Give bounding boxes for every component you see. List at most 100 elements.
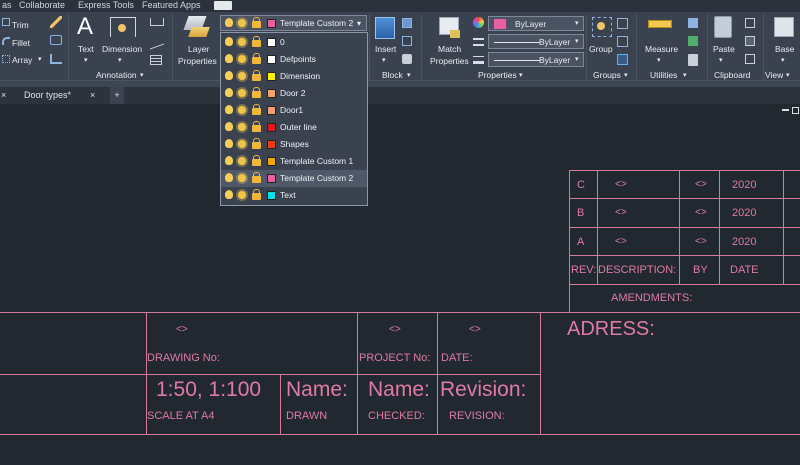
erase-icon[interactable] — [50, 35, 62, 45]
layer-thaw-sun-icon[interactable] — [238, 72, 246, 80]
edit-block-icon[interactable] — [402, 36, 412, 46]
layer-unlock-icon[interactable] — [252, 155, 261, 166]
measure-icon[interactable] — [648, 20, 672, 28]
layer-on-bulb-icon[interactable] — [225, 156, 233, 165]
group-button[interactable]: Group — [589, 44, 613, 54]
fillet-button[interactable]: Fillet — [12, 38, 30, 48]
layer-color-swatch[interactable] — [267, 191, 276, 200]
annotation-panel-title[interactable]: Annotation — [96, 69, 137, 82]
text-button[interactable]: Text — [78, 44, 94, 54]
insert-button[interactable]: Insert — [375, 44, 396, 54]
properties-panel-title[interactable]: Properties — [478, 69, 517, 82]
layer-properties-label-1[interactable]: Layer — [188, 44, 209, 54]
measure-dropdown-chevron-icon[interactable]: ▾ — [657, 56, 661, 66]
layer-color-swatch[interactable] — [267, 55, 276, 64]
block-panel-chevron-icon[interactable]: ▾ — [407, 69, 411, 82]
layer-thaw-sun-icon[interactable] — [238, 140, 246, 148]
layer-color-swatch[interactable] — [267, 72, 276, 81]
trim-button[interactable]: Trim — [12, 20, 29, 30]
match-properties-label-1[interactable]: Match — [438, 44, 461, 54]
block-attributes-icon[interactable] — [402, 54, 412, 64]
copy-clip-icon[interactable] — [745, 54, 755, 64]
layer-thaw-sun-icon[interactable] — [238, 106, 246, 114]
pencil-icon[interactable] — [50, 16, 62, 28]
new-tab-button[interactable]: + — [110, 87, 124, 104]
layer-unlock-icon[interactable] — [252, 189, 261, 200]
layer-thaw-sun-icon[interactable] — [238, 157, 246, 165]
calculator-icon[interactable] — [688, 54, 698, 66]
layer-color-swatch[interactable] — [267, 174, 276, 183]
layer-unlock-icon[interactable] — [252, 70, 261, 81]
select-all-icon[interactable] — [688, 18, 698, 28]
layer-thaw-sun-icon[interactable] — [238, 174, 246, 182]
groups-panel-title[interactable]: Groups — [593, 69, 621, 82]
view-panel-chevron-icon[interactable]: ▾ — [786, 69, 790, 82]
base-button[interactable]: Base — [775, 44, 794, 54]
layer-option[interactable]: Template Custom 1 — [221, 153, 367, 170]
layer-dropdown[interactable]: Template Custom 2 ▾ — [220, 15, 367, 31]
viewport-restore-icon[interactable] — [792, 107, 799, 114]
layer-option[interactable]: Text — [221, 187, 367, 204]
layer-properties-label-2[interactable]: Properties — [178, 56, 217, 66]
leader-icon[interactable] — [150, 34, 164, 50]
lineweight-dropdown[interactable]: ByLayer ▾ — [488, 52, 584, 67]
menu-item-express-tools[interactable]: Express Tools — [78, 0, 134, 11]
paste-button[interactable]: Paste — [713, 44, 735, 54]
tab-door-types[interactable]: Door types* — [24, 87, 71, 104]
layer-on-bulb-icon[interactable] — [225, 190, 233, 199]
layer-unlock-icon[interactable] — [252, 53, 261, 64]
annotation-panel-chevron-icon[interactable]: ▾ — [140, 69, 144, 82]
layer-option[interactable]: Defpoints — [221, 51, 367, 68]
measure-button[interactable]: Measure — [645, 44, 678, 54]
quick-calc-icon[interactable] — [688, 36, 698, 46]
menu-item-collaborate[interactable]: Collaborate — [19, 0, 65, 11]
layer-color-swatch[interactable] — [267, 106, 276, 115]
group-edit-icon[interactable] — [617, 36, 628, 47]
layer-color-swatch[interactable] — [267, 140, 276, 149]
layer-on-bulb-icon[interactable] — [225, 139, 233, 148]
layer-color-swatch[interactable] — [267, 157, 276, 166]
text-dropdown-chevron-icon[interactable]: ▾ — [84, 56, 88, 66]
clipboard-panel-title[interactable]: Clipboard — [714, 69, 750, 82]
menu-item-featured-apps[interactable]: Featured Apps — [142, 0, 201, 11]
create-block-icon[interactable] — [402, 18, 412, 28]
layer-unlock-icon[interactable] — [252, 121, 261, 132]
array-button[interactable]: Array — [12, 55, 32, 65]
layer-on-bulb-icon[interactable] — [225, 54, 233, 63]
layer-on-bulb-icon[interactable] — [225, 105, 233, 114]
tab-close-icon[interactable]: × — [90, 87, 95, 104]
layer-option[interactable]: Door 2 — [221, 85, 367, 102]
paste-icon[interactable] — [714, 16, 732, 38]
match-properties-label-2[interactable]: Properties — [430, 56, 469, 66]
drawing-canvas[interactable]: C <> <> 2020 B <> <> 2020 A <> <> 2020 R… — [0, 104, 800, 465]
utilities-panel-title[interactable]: Utilities — [650, 69, 677, 82]
text-a-icon[interactable]: A — [77, 14, 93, 40]
viewport-minimize-icon[interactable] — [782, 109, 789, 111]
view-panel-title[interactable]: View — [765, 69, 783, 82]
layer-option[interactable]: Template Custom 2 — [221, 170, 367, 187]
layer-unlock-icon[interactable] — [252, 104, 261, 115]
layer-option[interactable]: 0 — [221, 34, 367, 51]
layer-option[interactable]: Outer line — [221, 119, 367, 136]
prev-tab-close-icon[interactable]: × — [1, 87, 6, 104]
dimension-dropdown-chevron-icon[interactable]: ▾ — [118, 56, 122, 66]
offset-icon[interactable] — [50, 54, 62, 64]
color-dropdown[interactable]: ByLayer ▾ — [488, 16, 584, 31]
layer-color-swatch[interactable] — [267, 123, 276, 132]
ribbon-toggle-icon[interactable] — [214, 1, 232, 10]
insert-block-icon[interactable] — [375, 17, 395, 39]
layer-on-bulb-icon[interactable] — [225, 37, 233, 46]
layer-option[interactable]: Shapes — [221, 136, 367, 153]
layer-thaw-sun-icon[interactable] — [238, 89, 246, 97]
array-dropdown-chevron-icon[interactable]: ▾ — [38, 55, 42, 65]
base-view-icon[interactable] — [774, 17, 794, 37]
layer-unlock-icon[interactable] — [252, 87, 261, 98]
layer-color-swatch[interactable] — [267, 38, 276, 47]
linear-dim-icon[interactable] — [150, 18, 164, 26]
insert-dropdown-chevron-icon[interactable]: ▾ — [382, 56, 386, 66]
linetype-dropdown[interactable]: ByLayer ▾ — [488, 34, 584, 49]
layer-thaw-sun-icon[interactable] — [238, 38, 246, 46]
layer-thaw-sun-icon[interactable] — [238, 123, 246, 131]
group-selection-icon[interactable] — [617, 54, 628, 65]
layer-option[interactable]: Door1 — [221, 102, 367, 119]
